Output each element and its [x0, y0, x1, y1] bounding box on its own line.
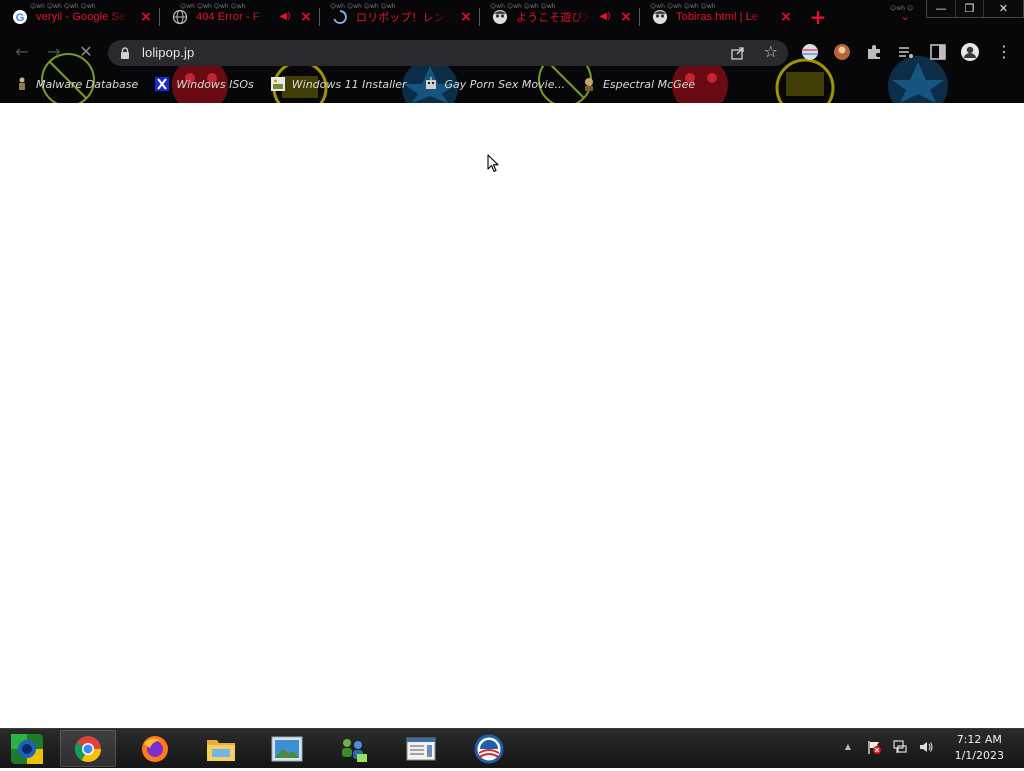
address-bar[interactable]: lolipop.jp ☆ [108, 40, 788, 66]
image-file-icon [270, 77, 285, 91]
bookmark-malware-database[interactable]: Malware Database [14, 76, 138, 92]
bookmark-label: Windows 11 Installer [291, 77, 407, 91]
tab-youkoso[interactable]: ようこそ遊び方の ◀) × [480, 0, 639, 34]
media-control-icon[interactable] [896, 42, 916, 62]
figure-icon [19, 77, 25, 90]
google-g-icon: G [12, 9, 28, 25]
tab-strip: G veryil - Google Se × 404 Error - F ◀) … [0, 0, 1024, 34]
tab-search-button[interactable]: ⌄ [896, 9, 914, 23]
tab-close-icon[interactable]: × [779, 10, 793, 24]
firefox-icon [142, 735, 168, 762]
tab-close-icon[interactable]: × [139, 10, 153, 24]
taskbar-photo-viewer[interactable] [259, 730, 315, 767]
avatar-extension-icon[interactable] [832, 42, 852, 62]
web-page-viewport[interactable] [0, 103, 1024, 728]
speaker-icon[interactable]: ◀) [279, 11, 291, 23]
photo-viewer-icon [271, 736, 303, 761]
tab-title: veryil - Google Se [36, 11, 126, 23]
tab-tobiras[interactable]: Tobiras.html | Le × [640, 0, 799, 34]
share-icon[interactable] [730, 45, 746, 61]
tab-title: ロリポップ！レンタルサ [356, 12, 451, 24]
bookmark-gay-porn-sex-movie[interactable]: Gay Porn Sex Movie... [423, 76, 565, 92]
window-controls: — ❐ ✕ [926, 0, 1024, 18]
start-button[interactable] [8, 731, 46, 767]
side-panel-icon[interactable] [928, 42, 948, 62]
taskbar-chrome[interactable] [60, 730, 116, 767]
svg-text:G: G [16, 12, 25, 24]
bookmark-label: Gay Porn Sex Movie... [444, 77, 565, 91]
tab-title: Tobiras.html | Le [676, 11, 759, 23]
bookmark-label: Espectral McGee [602, 77, 696, 91]
loading-spinner-icon [332, 9, 348, 25]
x-logo-icon [155, 77, 170, 91]
tab-title: ようこそ遊び方の [516, 12, 591, 24]
chrome-icon [74, 735, 102, 762]
tab-google-search[interactable]: G veryil - Google Se × [0, 0, 159, 34]
people-network-icon [342, 738, 367, 762]
anime-face-icon [492, 9, 508, 25]
restore-button[interactable]: ❐ [955, 0, 983, 17]
new-tab-button[interactable]: + [805, 4, 831, 30]
character-icon [584, 78, 593, 91]
tab-close-icon[interactable]: × [299, 10, 313, 24]
menu-kebab-icon[interactable]: ⋮ [994, 42, 1014, 62]
taskbar-file-explorer[interactable] [193, 730, 249, 767]
volume-icon[interactable] [918, 739, 934, 755]
browser-chrome: ☺wh ☺wh ☺wh ☺wh ☺wh ☺wh ☺wh ☺wh ☺wh ☺wh … [0, 0, 1024, 103]
mouse-cursor-icon [487, 154, 499, 173]
lock-icon[interactable] [120, 47, 130, 59]
robot-icon [425, 77, 436, 89]
url-text[interactable]: lolipop.jp [142, 45, 194, 60]
folder-icon [207, 739, 235, 761]
taskbar-clock[interactable]: 7:12 AM 1/1/2023 [955, 732, 1004, 764]
bookmark-windows-isos[interactable]: Windows ISOs [154, 76, 254, 92]
profile-flag-icon[interactable] [800, 42, 820, 62]
taskbar: ▲ 7:12 AM 1/1/2023 [0, 728, 1024, 768]
network-icon[interactable] [892, 739, 908, 755]
bookmark-espectral-mcgee[interactable]: Espectral McGee [581, 76, 695, 92]
globe-icon [172, 9, 188, 25]
tab-404-error[interactable]: 404 Error - F ◀) × [160, 0, 319, 34]
back-arrow-icon[interactable]: ← [12, 42, 32, 62]
stop-loading-icon[interactable]: ✕ [76, 42, 96, 62]
action-center-flag-icon[interactable] [866, 739, 882, 755]
forward-arrow-icon[interactable]: → [44, 42, 64, 62]
clock-time: 7:12 AM [956, 733, 1002, 746]
extensions-puzzle-icon[interactable] [864, 42, 884, 62]
profile-avatar-icon[interactable] [960, 42, 980, 62]
windows-start-orb-icon [11, 734, 43, 764]
system-tray: ▲ [840, 739, 934, 755]
bookmark-star-icon[interactable]: ☆ [764, 43, 778, 61]
bookmark-label: Malware Database [36, 77, 139, 91]
notepad-window-icon [406, 737, 436, 760]
taskbar-obama-logo[interactable] [461, 730, 517, 767]
speaker-icon[interactable]: ◀) [599, 11, 611, 23]
tab-close-icon[interactable]: × [619, 10, 633, 24]
tab-close-icon[interactable]: × [459, 10, 473, 24]
taskbar-network-people[interactable] [325, 730, 381, 767]
anime-face-icon [652, 9, 668, 25]
bookmark-label: Windows ISOs [176, 77, 254, 91]
tab-lolipop[interactable]: ロリポップ！レンタルサ × [320, 0, 479, 34]
taskbar-notepad[interactable] [393, 730, 449, 767]
bookmark-windows-11-installer[interactable]: Windows 11 Installer [270, 76, 407, 92]
minimize-button[interactable]: — [927, 0, 955, 17]
close-window-button[interactable]: ✕ [983, 0, 1023, 17]
show-hidden-icons-button[interactable]: ▲ [840, 739, 856, 755]
obama-logo-icon [474, 734, 504, 763]
tab-title: 404 Error - F [196, 11, 260, 23]
browser-toolbar: ← → ✕ lolipop.jp ☆ ⋮ [0, 38, 1024, 66]
taskbar-firefox[interactable] [127, 730, 183, 767]
bookmarks-bar: Malware Database Windows ISOs Windows 11… [0, 72, 1024, 96]
clock-date: 1/1/2023 [954, 749, 1004, 762]
